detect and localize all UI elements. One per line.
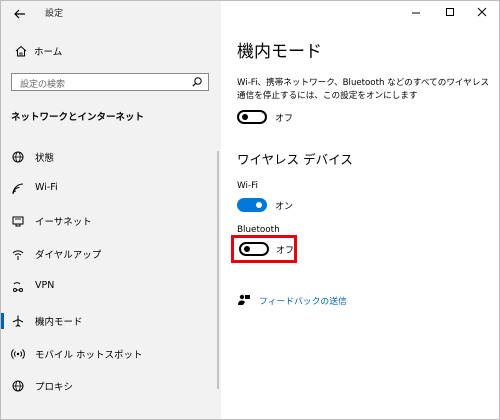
search-input[interactable]: 設定の検索: [11, 73, 209, 91]
sidebar-item-label: 機内モード: [35, 317, 83, 328]
search-placeholder: 設定の検索: [20, 80, 66, 90]
bluetooth-label: Bluetooth: [237, 225, 280, 235]
sidebar: 設定 ホーム 設定の検索 ネットワークとインターネット 状態 Wi-Fi イーサ…: [1, 1, 221, 419]
page-title: 機内モード: [237, 42, 322, 62]
sidebar-scrollbar[interactable]: [217, 151, 219, 389]
maximize-icon: [446, 8, 454, 16]
wifi-state: オン: [275, 202, 294, 212]
airplane-icon: [12, 315, 24, 327]
minimize-icon: [412, 12, 420, 14]
bluetooth-toggle[interactable]: [239, 242, 269, 256]
section-title: ネットワークとインターネット: [11, 112, 145, 123]
sidebar-item-airplane-mode[interactable]: 機内モード: [1, 310, 221, 332]
toggle-knob: [244, 246, 250, 252]
active-indicator: [1, 313, 4, 329]
search-icon[interactable]: [191, 76, 203, 88]
maximize-button[interactable]: [439, 3, 461, 21]
sidebar-item-vpn[interactable]: VPN: [1, 276, 221, 298]
sidebar-item-home[interactable]: ホーム: [1, 41, 221, 61]
sidebar-item-label: VPN: [35, 280, 55, 291]
sidebar-item-label: Wi-Fi: [35, 182, 58, 193]
wifi-toggle[interactable]: [237, 198, 267, 212]
wireless-devices-heading: ワイヤレス デバイス: [237, 152, 353, 167]
toggle-knob: [242, 114, 248, 120]
vpn-icon: [13, 282, 23, 292]
close-button[interactable]: [471, 3, 493, 21]
sidebar-item-label: プロキシ: [35, 382, 74, 393]
minimize-button[interactable]: [405, 3, 427, 21]
window-controls: [399, 1, 499, 23]
sidebar-item-mobile-hotspot[interactable]: モバイル ホットスポット: [1, 343, 221, 365]
bluetooth-state: オフ: [276, 246, 295, 256]
toggle-knob: [256, 202, 262, 208]
settings-window: 設定 ホーム 設定の検索 ネットワークとインターネット 状態 Wi-Fi イーサ…: [0, 0, 500, 420]
feedback-label: フィードバックの送信: [259, 297, 347, 307]
hotspot-icon: [11, 349, 25, 359]
sidebar-item-dialup[interactable]: ダイヤルアップ: [1, 243, 221, 265]
airplane-mode-state: オフ: [275, 114, 294, 124]
sidebar-item-label: ダイヤルアップ: [35, 250, 102, 261]
home-icon: [15, 45, 27, 57]
wifi-icon: [12, 183, 24, 195]
sidebar-item-label: モバイル ホットスポット: [35, 350, 143, 361]
back-arrow-icon: [14, 9, 25, 19]
close-icon: [477, 7, 487, 17]
airplane-mode-description: Wi-Fi、携帯ネットワーク、Bluetooth などのすべてのワイヤレス通信を…: [237, 78, 490, 101]
sidebar-item-label: ホーム: [34, 47, 63, 58]
globe-icon: [12, 380, 24, 392]
sidebar-item-label: 状態: [35, 153, 55, 164]
back-button[interactable]: [9, 4, 33, 24]
sidebar-item-status[interactable]: 状態: [1, 146, 221, 168]
globe-icon: [12, 151, 24, 163]
window-title: 設定: [45, 9, 64, 19]
wifi-label: Wi-Fi: [237, 181, 258, 191]
main-pane: 機内モード Wi-Fi、携帯ネットワーク、Bluetooth などのすべてのワイ…: [221, 1, 499, 419]
ethernet-icon: [12, 216, 24, 227]
sidebar-item-label: イーサネット: [35, 217, 92, 228]
feedback-icon: [238, 294, 250, 305]
sidebar-item-wifi[interactable]: Wi-Fi: [1, 178, 221, 200]
sidebar-item-ethernet[interactable]: イーサネット: [1, 210, 221, 232]
airplane-mode-toggle[interactable]: [237, 110, 267, 124]
dialup-icon: [12, 250, 24, 260]
sidebar-item-proxy[interactable]: プロキシ: [1, 375, 221, 397]
feedback-link[interactable]: フィードバックの送信: [237, 291, 397, 309]
